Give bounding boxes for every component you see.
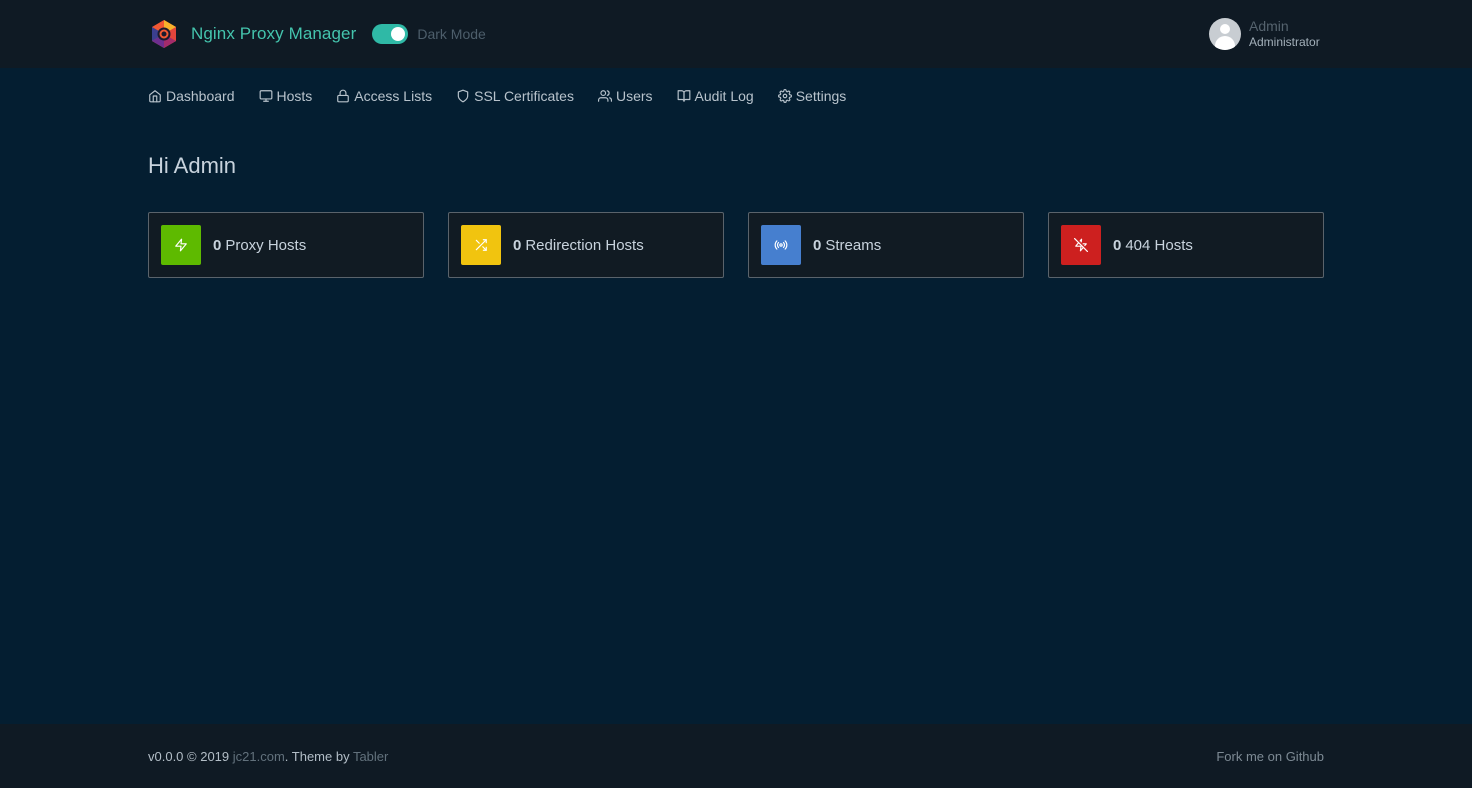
card-text: 0 Proxy Hosts — [213, 237, 306, 254]
nav-label: Access Lists — [354, 88, 433, 104]
users-icon — [597, 90, 612, 102]
card-count: 0 — [513, 236, 522, 254]
lock-icon — [337, 89, 350, 103]
card-text: 0 404 Hosts — [1113, 237, 1193, 254]
shuffle-icon — [475, 239, 487, 251]
jc21-link[interactable]: jc21.com — [233, 749, 285, 764]
card-label: Streams — [825, 236, 882, 254]
radio-icon — [774, 240, 788, 250]
avatar-body-shape — [1215, 36, 1235, 50]
card-count: 0 — [1113, 236, 1122, 254]
toggle-knob — [391, 27, 406, 41]
card-label: Proxy Hosts — [225, 236, 307, 254]
user-info: Admin Administrator — [1249, 18, 1320, 49]
nav-item-users[interactable]: Users — [597, 88, 653, 104]
card-404-hosts[interactable]: 0 404 Hosts — [1048, 212, 1324, 278]
card-count: 0 — [813, 236, 822, 254]
card-count: 0 — [213, 236, 222, 254]
page-title: Hi Admin — [148, 153, 237, 178]
zap-icon — [175, 238, 187, 252]
book-icon — [677, 90, 690, 102]
user-role: Administrator — [1249, 35, 1320, 50]
avatar[interactable] — [1209, 18, 1241, 50]
footer-copyright: v0.0.0 © 2019 jc21.com. Theme by Tabler — [148, 749, 388, 764]
zap-off-icon — [1074, 238, 1088, 252]
nav-label: SSL Certificates — [474, 88, 574, 104]
nginx-proxy-manager-logo — [152, 20, 176, 48]
card-streams[interactable]: 0 Streams — [748, 212, 1024, 278]
stat-cards: 0 Proxy Hosts 0 Redirection Hosts 0 Streams… — [148, 212, 1324, 278]
nav-label: Users — [615, 88, 653, 104]
footer: v0.0.0 © 2019 jc21.com. Theme by Tabler … — [0, 724, 1472, 788]
card-stamp — [161, 225, 201, 265]
dark-mode-label: Dark Mode — [417, 26, 486, 42]
nav-label: Settings — [795, 88, 847, 104]
user-name: Admin — [1249, 18, 1289, 35]
nav-item-access-lists[interactable]: Access Lists — [336, 88, 432, 104]
card-stamp — [761, 225, 801, 265]
nav-item-settings[interactable]: Settings — [777, 88, 847, 104]
nav-item-dashboard[interactable]: Dashboard — [148, 88, 235, 104]
brand[interactable]: Nginx Proxy Manager Dark Mode — [148, 18, 486, 50]
nav-label: Audit Log — [694, 88, 754, 104]
main-nav: Dashboard Hosts Access Lists SSL Certifi… — [148, 84, 870, 108]
nav-item-ssl-certificates[interactable]: SSL Certificates — [456, 88, 574, 104]
card-redirection-hosts[interactable]: 0 Redirection Hosts — [448, 212, 724, 278]
card-stamp — [461, 225, 501, 265]
nav-label: Hosts — [276, 88, 313, 104]
card-proxy-hosts[interactable]: 0 Proxy Hosts — [148, 212, 424, 278]
card-label: 404 Hosts — [1125, 236, 1193, 254]
nav-item-hosts[interactable]: Hosts — [259, 88, 313, 104]
dark-mode-toggle[interactable] — [372, 24, 409, 44]
nav-item-audit-log[interactable]: Audit Log — [677, 88, 754, 104]
nav-label: Dashboard — [166, 88, 235, 104]
card-label: Redirection Hosts — [525, 236, 644, 254]
tabler-link[interactable]: Tabler — [353, 749, 388, 764]
shield-icon — [457, 89, 469, 103]
github-link[interactable]: Fork me on Github — [1216, 749, 1324, 764]
monitor-icon — [259, 90, 272, 102]
card-text: 0 Streams — [813, 237, 881, 254]
card-stamp — [1061, 225, 1101, 265]
avatar-head-shape — [1220, 24, 1230, 34]
footer-prefix: v0.0.0 © 2019 — [148, 749, 233, 764]
user-menu[interactable]: Admin Administrator — [1209, 18, 1320, 50]
footer-middle: . Theme by — [284, 749, 353, 764]
home-icon — [149, 90, 161, 103]
card-text: 0 Redirection Hosts — [513, 237, 644, 254]
brand-name[interactable]: Nginx Proxy Manager — [191, 24, 356, 44]
gear-icon — [777, 89, 792, 103]
